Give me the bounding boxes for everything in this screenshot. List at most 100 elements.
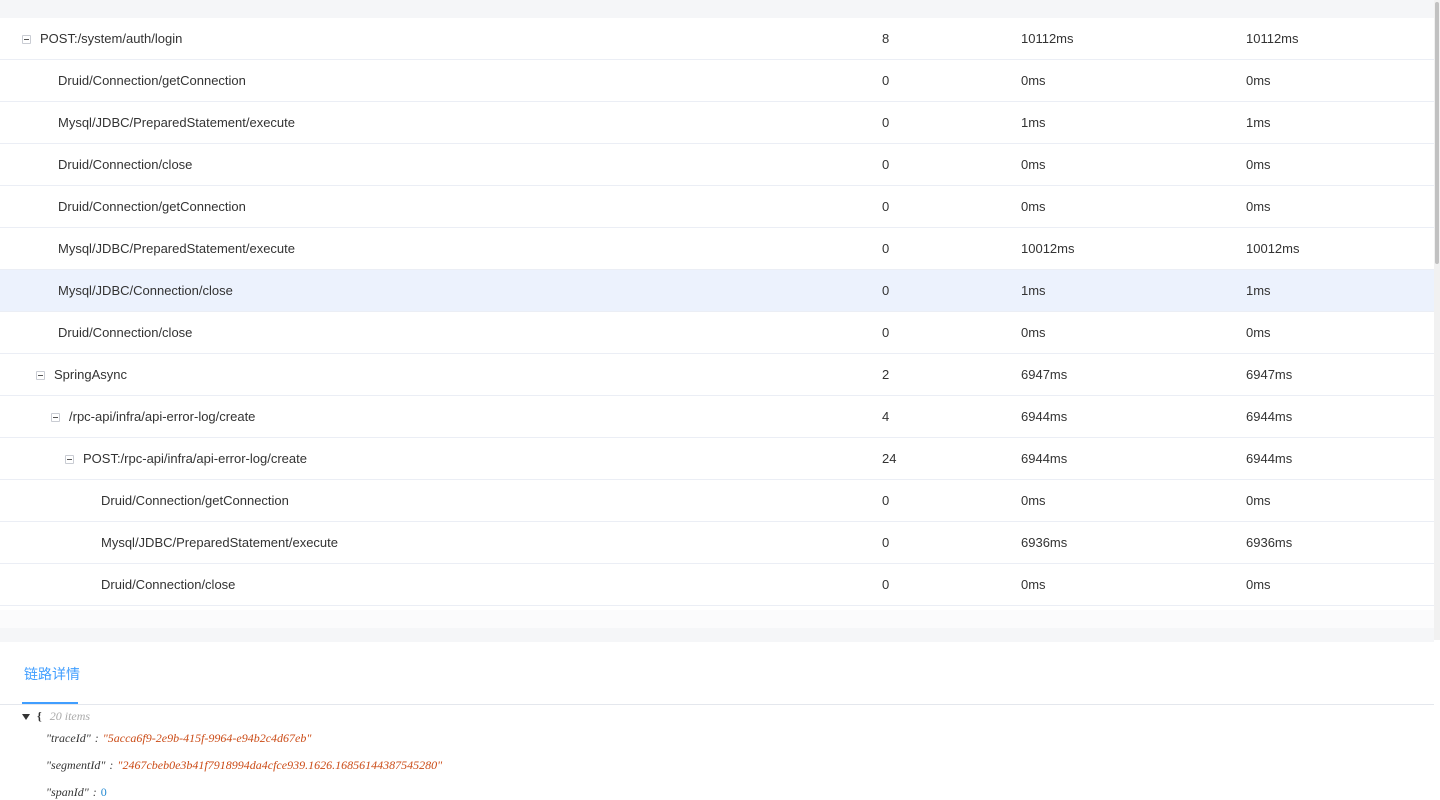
table-header-strip bbox=[0, 0, 1434, 18]
span-count: 8 bbox=[882, 31, 890, 46]
json-key: "spanId" bbox=[46, 785, 89, 799]
table-row[interactable]: SpringAsync 2 6947ms 6947ms bbox=[0, 354, 1434, 396]
span-duration: 6944ms bbox=[1021, 409, 1068, 424]
span-self-duration: 0ms bbox=[1246, 577, 1271, 592]
span-duration: 1ms bbox=[1021, 115, 1046, 130]
table-row[interactable]: Druid/Connection/close 0 0ms 0ms bbox=[0, 144, 1434, 186]
span-name-cell: POST:/system/auth/login bbox=[22, 18, 182, 60]
table-row[interactable]: Druid/Connection/close 0 0ms 0ms bbox=[0, 564, 1434, 606]
span-count: 0 bbox=[882, 535, 890, 550]
collapse-icon[interactable] bbox=[51, 412, 60, 422]
span-self-duration: 0ms bbox=[1246, 325, 1271, 340]
table-row[interactable]: Mysql/JDBC/PreparedStatement/execute 0 693… bbox=[0, 522, 1434, 564]
span-name: Druid/Connection/close bbox=[58, 325, 193, 340]
span-name: Druid/Connection/getConnection bbox=[58, 199, 246, 214]
span-self-duration: 6936ms bbox=[1246, 535, 1293, 550]
span-name: Mysql/JDBC/PreparedStatement/execute bbox=[58, 115, 295, 130]
span-name: Druid/Connection/close bbox=[58, 157, 193, 172]
span-self-duration: 0ms bbox=[1246, 157, 1271, 172]
span-count: 0 bbox=[882, 325, 890, 340]
span-name-cell: POST:/rpc-api/infra/api-error-log/create bbox=[65, 438, 307, 480]
span-duration: 10012ms bbox=[1021, 241, 1075, 256]
span-name-cell: Druid/Connection/getConnection bbox=[58, 186, 246, 228]
span-duration: 6947ms bbox=[1021, 367, 1068, 382]
span-duration: 0ms bbox=[1021, 577, 1046, 592]
span-name: Mysql/JDBC/PreparedStatement/execute bbox=[101, 535, 338, 550]
detail-tabs: 链路详情 bbox=[0, 642, 1434, 705]
span-duration: 0ms bbox=[1021, 73, 1046, 88]
span-count: 0 bbox=[882, 115, 890, 130]
table-row[interactable]: /rpc-api/infra/api-error-log/create 4 6944… bbox=[0, 396, 1434, 438]
span-name-cell: Mysql/JDBC/PreparedStatement/execute bbox=[58, 102, 295, 144]
table-footer-space bbox=[0, 610, 1434, 628]
json-viewer: { 20 items "traceId": "5acca6f9-2e9b-415f… bbox=[0, 704, 1434, 800]
span-duration: 0ms bbox=[1021, 493, 1046, 508]
json-value: "2467cbeb0e3b41f7918994da4cfce939.1626.1… bbox=[117, 758, 443, 772]
json-open-brace: { bbox=[37, 709, 42, 723]
span-name-cell: Druid/Connection/close bbox=[101, 564, 235, 606]
span-name: POST:/system/auth/login bbox=[40, 31, 183, 46]
span-duration: 1ms bbox=[1021, 283, 1046, 298]
collapse-icon[interactable] bbox=[65, 454, 74, 464]
span-count: 0 bbox=[882, 577, 890, 592]
table-row[interactable]: POST:/system/auth/login 8 10112ms 10112ms bbox=[0, 18, 1434, 60]
json-line: "segmentId": "2467cbeb0e3b41f7918994da4cf… bbox=[46, 758, 442, 773]
span-count: 0 bbox=[882, 241, 890, 256]
caret-down-icon[interactable] bbox=[22, 713, 30, 720]
table-row[interactable]: Mysql/JDBC/PreparedStatement/execute 0 1ms… bbox=[0, 102, 1434, 144]
span-name: SpringAsync bbox=[54, 367, 127, 382]
table-row[interactable]: POST:/rpc-api/infra/api-error-log/create… bbox=[0, 438, 1434, 480]
span-count: 4 bbox=[882, 409, 890, 424]
span-name: Mysql/JDBC/PreparedStatement/execute bbox=[58, 241, 295, 256]
json-value: 0 bbox=[100, 785, 107, 799]
collapse-icon[interactable] bbox=[22, 34, 31, 44]
span-count: 0 bbox=[882, 283, 890, 298]
span-count: 0 bbox=[882, 157, 890, 172]
span-name: Druid/Connection/getConnection bbox=[58, 73, 246, 88]
table-row[interactable]: Mysql/JDBC/PreparedStatement/execute 0 100… bbox=[0, 228, 1434, 270]
span-self-duration: 6944ms bbox=[1246, 409, 1293, 424]
collapse-icon[interactable] bbox=[36, 370, 45, 380]
span-count: 0 bbox=[882, 493, 890, 508]
span-name: POST:/rpc-api/infra/api-error-log/create bbox=[83, 451, 307, 466]
table-row[interactable]: Druid/Connection/getConnection 0 0ms 0ms bbox=[0, 186, 1434, 228]
json-colon: : bbox=[94, 731, 99, 745]
span-name-cell: Druid/Connection/close bbox=[58, 144, 192, 186]
span-name-cell: Druid/Connection/getConnection bbox=[101, 480, 289, 522]
trace-tree-table: POST:/system/auth/login 8 10112ms 10112ms Dr… bbox=[0, 18, 1434, 606]
json-key: "traceId" bbox=[46, 731, 91, 745]
tab-trace-detail[interactable]: 链路详情 bbox=[24, 664, 80, 684]
span-name-cell: Mysql/JDBC/Connection/close bbox=[58, 270, 233, 312]
span-count: 24 bbox=[882, 451, 897, 466]
span-self-duration: 10112ms bbox=[1246, 31, 1299, 46]
span-name: /rpc-api/infra/api-error-log/create bbox=[69, 409, 256, 424]
span-name-cell: Druid/Connection/close bbox=[58, 312, 192, 354]
json-colon: : bbox=[109, 758, 114, 772]
json-value: "5acca6f9-2e9b-415f-9964-e94b2c4d67eb" bbox=[102, 731, 312, 745]
table-row[interactable]: Mysql/JDBC/Connection/close 0 1ms 1ms bbox=[0, 270, 1434, 312]
span-name: Druid/Connection/close bbox=[101, 577, 236, 592]
json-line: "traceId": "5acca6f9-2e9b-415f-9964-e94b2… bbox=[46, 731, 311, 746]
span-self-duration: 0ms bbox=[1246, 199, 1271, 214]
span-duration: 10112ms bbox=[1021, 31, 1074, 46]
span-duration: 0ms bbox=[1021, 157, 1046, 172]
table-scrollbar-thumb[interactable] bbox=[1435, 2, 1439, 264]
span-self-duration: 0ms bbox=[1246, 493, 1271, 508]
table-row[interactable]: Druid/Connection/close 0 0ms 0ms bbox=[0, 312, 1434, 354]
span-duration: 0ms bbox=[1021, 199, 1046, 214]
span-name: Druid/Connection/getConnection bbox=[101, 493, 289, 508]
span-duration: 0ms bbox=[1021, 325, 1046, 340]
span-duration: 6944ms bbox=[1021, 451, 1068, 466]
span-count: 2 bbox=[882, 367, 890, 382]
json-colon: : bbox=[92, 785, 97, 799]
span-self-duration: 1ms bbox=[1246, 115, 1271, 130]
span-self-duration: 0ms bbox=[1246, 73, 1271, 88]
span-self-duration: 10012ms bbox=[1246, 241, 1300, 256]
span-name-cell: Mysql/JDBC/PreparedStatement/execute bbox=[101, 522, 338, 564]
table-row[interactable]: Druid/Connection/getConnection 0 0ms 0ms bbox=[0, 480, 1434, 522]
section-divider bbox=[0, 628, 1434, 642]
json-root[interactable]: { 20 items bbox=[22, 709, 90, 724]
span-self-duration: 1ms bbox=[1246, 283, 1271, 298]
span-name-cell: Druid/Connection/getConnection bbox=[58, 60, 246, 102]
table-row[interactable]: Druid/Connection/getConnection 0 0ms 0ms bbox=[0, 60, 1434, 102]
